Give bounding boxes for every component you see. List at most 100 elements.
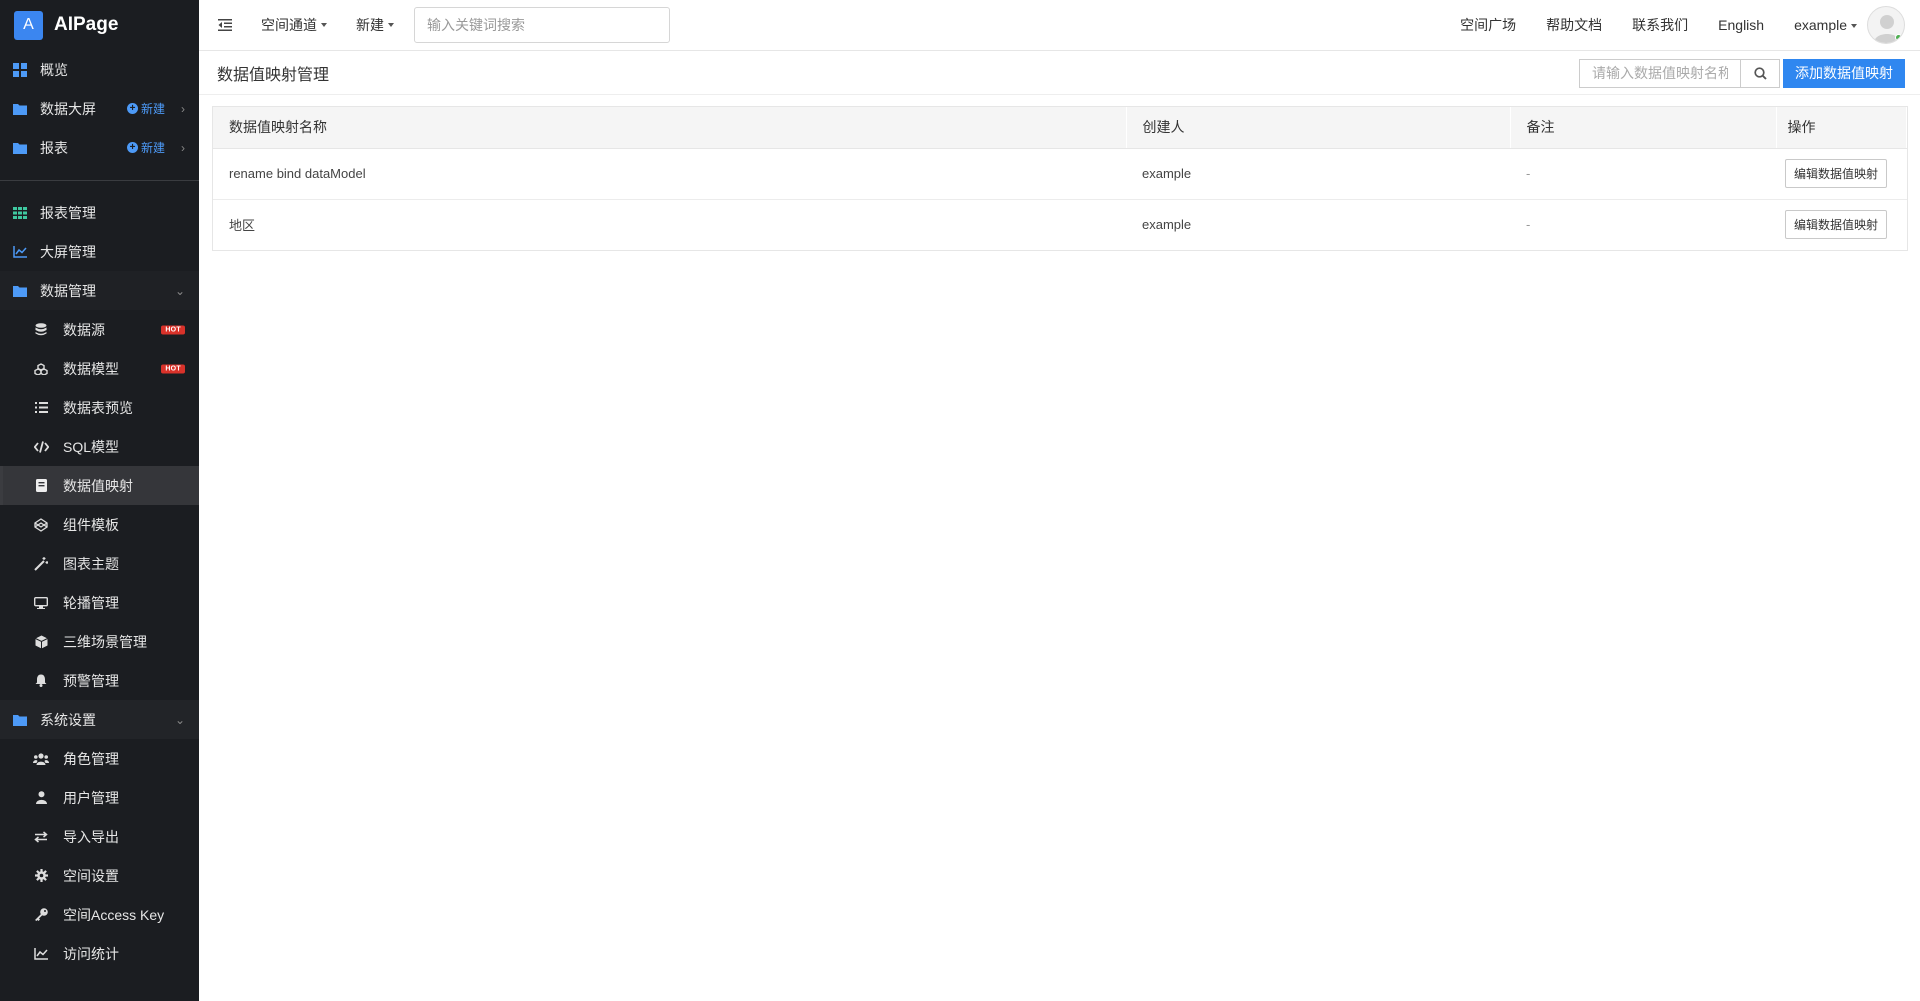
sidebar-item-label: 访问统计 (63, 945, 119, 962)
database-icon (31, 323, 51, 336)
new-menu[interactable]: 新建 (356, 15, 394, 35)
caret-down-icon (388, 23, 394, 27)
sidebar-item-users[interactable]: 用户管理 (0, 778, 199, 817)
mapping-search-input[interactable] (1579, 58, 1740, 88)
sidebar-item-label: 预警管理 (63, 672, 119, 689)
sidebar-item-reports[interactable]: 报表 + 新建 › (0, 128, 199, 167)
folder-icon (10, 714, 30, 726)
line-chart-icon (31, 947, 51, 960)
sidebar-item-label: 空间设置 (63, 867, 119, 884)
gear-icon (31, 869, 51, 882)
user-name: example (1794, 17, 1847, 33)
keyword-search-input[interactable] (414, 7, 670, 43)
space-channel-menu[interactable]: 空间通道 (261, 15, 327, 35)
folder-icon (10, 103, 30, 115)
table-row: rename bind dataModel example - 编辑数据值映射 (213, 148, 1907, 200)
new-label: 新建 (140, 141, 165, 155)
plus-icon: + (126, 142, 138, 153)
search-button[interactable] (1740, 58, 1780, 88)
add-mapping-button[interactable]: 添加数据值映射 (1783, 58, 1905, 88)
table-row: 地区 example - 编辑数据值映射 (213, 199, 1907, 250)
sidebar-item-chart-theme[interactable]: 图表主题 (0, 544, 199, 583)
user-menu[interactable]: example (1794, 17, 1857, 33)
sidebar-item-import-export[interactable]: 导入导出 (0, 817, 199, 856)
sidebar: A AIPage 概览 数据大屏 + 新建 › 报表 + 新建 › 报表管理 大… (0, 0, 199, 1001)
sidebar-item-visit-stats[interactable]: 访问统计 (0, 934, 199, 973)
column-header-remark: 备注 (1510, 107, 1777, 149)
code-icon (31, 440, 51, 453)
sidebar-item-label: 概览 (40, 61, 68, 78)
sidebar-item-space-settings[interactable]: 空间设置 (0, 856, 199, 895)
page-title: 数据值映射管理 (217, 67, 330, 84)
hot-badge: HOT (161, 325, 185, 334)
space-plaza-link[interactable]: 空间广场 (1460, 15, 1516, 35)
chevron-right-icon: › (181, 101, 185, 116)
new-dashboard-link[interactable]: + 新建 (126, 89, 165, 128)
edit-mapping-button[interactable]: 编辑数据值映射 (1785, 159, 1888, 188)
sidebar-item-access-key[interactable]: 空间Access Key (0, 895, 199, 934)
sidebar-item-label: 大屏管理 (40, 243, 96, 260)
magic-icon (31, 556, 51, 571)
divider (0, 180, 199, 181)
sidebar-item-label: 角色管理 (63, 750, 119, 767)
sidebar-item-label: 三维场景管理 (63, 633, 147, 650)
line-chart-icon (10, 245, 30, 258)
new-label: 新建 (140, 102, 165, 116)
caret-down-icon (1851, 24, 1857, 29)
mapping-name: rename bind dataModel (213, 148, 1126, 200)
top-right-links: 空间广场 帮助文档 联系我们 English example (1460, 6, 1905, 44)
sidebar-item-data-model[interactable]: 数据模型 HOT (0, 349, 199, 388)
logo-icon: A (14, 10, 43, 40)
help-docs-link[interactable]: 帮助文档 (1546, 15, 1602, 35)
chevron-right-icon: › (181, 140, 185, 155)
plus-icon: + (126, 103, 138, 114)
sidebar-item-label: SQL模型 (63, 438, 120, 455)
column-header-creator: 创建人 (1126, 107, 1511, 149)
mapping-creator: example (1126, 148, 1510, 200)
user-icon (31, 791, 51, 804)
page-header: 数据值映射管理 添加数据值映射 (199, 52, 1920, 95)
avatar[interactable] (1867, 6, 1905, 44)
desktop-icon (31, 596, 51, 609)
sidebar-item-label: 用户管理 (63, 789, 119, 806)
space-channel-label: 空间通道 (261, 17, 317, 33)
sidebar-item-sql-model[interactable]: SQL模型 (0, 427, 199, 466)
sidebar-item-datasource[interactable]: 数据源 HOT (0, 310, 199, 349)
list-icon (31, 402, 51, 413)
sidebar-item-component-template[interactable]: 组件模板 (0, 505, 199, 544)
app-name: AIPage (54, 14, 119, 35)
language-link[interactable]: English (1718, 17, 1764, 33)
folder-icon (10, 142, 30, 154)
sidebar-item-dashboards[interactable]: 数据大屏 + 新建 › (0, 89, 199, 128)
contact-us-link[interactable]: 联系我们 (1632, 15, 1688, 35)
sidebar-item-value-mapping[interactable]: 数据值映射 (0, 466, 199, 505)
new-report-link[interactable]: + 新建 (126, 128, 165, 167)
sidebar-item-overview[interactable]: 概览 (0, 50, 199, 89)
caret-down-icon (321, 23, 327, 27)
grid-icon (10, 206, 30, 219)
sidebar-item-roles[interactable]: 角色管理 (0, 739, 199, 778)
hot-badge: HOT (161, 364, 185, 373)
sidebar-item-label: 数据表预览 (63, 399, 133, 416)
sidebar-item-system-settings[interactable]: 系统设置 ⌄ (0, 700, 199, 739)
exchange-icon (31, 830, 51, 843)
collapse-sidebar-icon[interactable] (217, 17, 233, 33)
chevron-down-icon: ⌄ (174, 283, 185, 298)
sidebar-item-3d-scene[interactable]: 三维场景管理 (0, 622, 199, 661)
sidebar-item-data-management[interactable]: 数据管理 ⌄ (0, 271, 199, 310)
sidebar-item-report-management[interactable]: 报表管理 (0, 193, 199, 232)
sidebar-item-carousel[interactable]: 轮播管理 (0, 583, 199, 622)
new-menu-label: 新建 (356, 17, 384, 33)
sidebar-item-screen-management[interactable]: 大屏管理 (0, 232, 199, 271)
sidebar-item-table-preview[interactable]: 数据表预览 (0, 388, 199, 427)
sidebar-item-label: 轮播管理 (63, 594, 119, 611)
sidebar-item-label: 系统设置 (40, 711, 96, 728)
sidebar-item-alert[interactable]: 预警管理 (0, 661, 199, 700)
mapping-table: 数据值映射名称 创建人 备注 操作 rename bind dataModel … (212, 106, 1908, 251)
sidebar-item-label: 组件模板 (63, 516, 119, 533)
folder-icon (10, 285, 30, 297)
logo[interactable]: A AIPage (0, 0, 199, 50)
edit-mapping-button[interactable]: 编辑数据值映射 (1785, 210, 1888, 240)
dashboard-icon (10, 62, 30, 77)
sidebar-item-label: 报表管理 (40, 204, 96, 221)
